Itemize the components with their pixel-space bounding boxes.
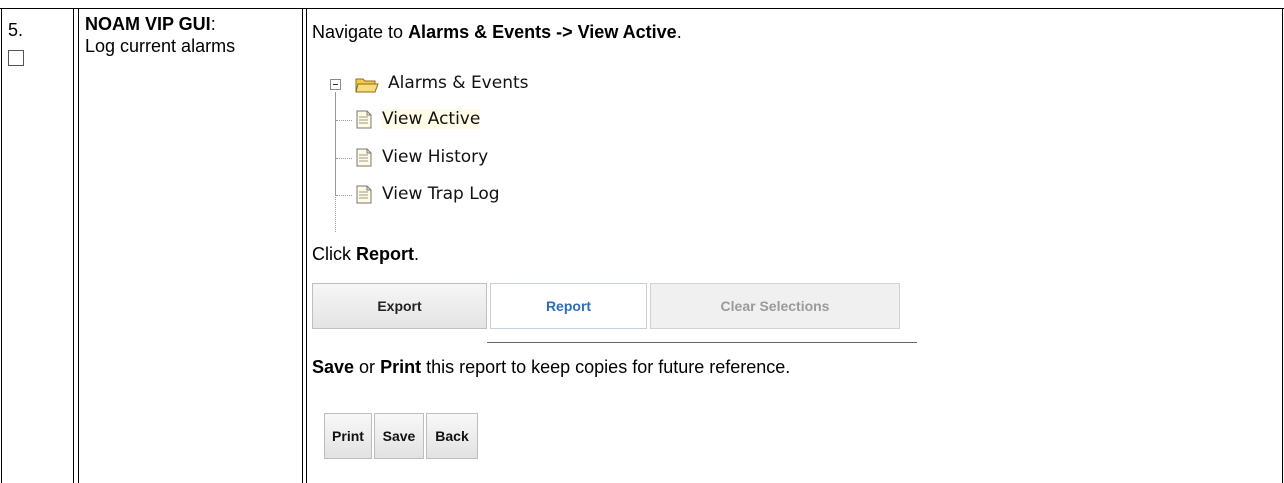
step-number: 5. bbox=[8, 20, 24, 40]
instruction-click-prefix: Click bbox=[312, 244, 356, 264]
procedure-step-page: 5. NOAM VIP GUI: Log current alarms Navi… bbox=[0, 0, 1284, 483]
save-button[interactable]: Save bbox=[374, 413, 424, 459]
tree-item-view-active[interactable]: View Active bbox=[382, 109, 481, 129]
tree-item-view-history[interactable]: View History bbox=[382, 147, 488, 167]
back-button[interactable]: Back bbox=[426, 413, 478, 459]
step-checkbox[interactable] bbox=[8, 50, 24, 66]
page-icon bbox=[356, 148, 372, 167]
table-left-border bbox=[1, 8, 2, 483]
instruction-click-bold: Report bbox=[356, 244, 414, 264]
instruction-save-bold: Save bbox=[312, 357, 355, 377]
instruction-navigate: Navigate to Alarms & Events -> View Acti… bbox=[312, 22, 682, 43]
tree-branch-1 bbox=[336, 120, 352, 121]
toolbar-underline bbox=[487, 342, 917, 343]
table-right-border bbox=[1282, 8, 1283, 483]
step-title-bold: NOAM VIP GUI bbox=[85, 14, 211, 34]
navigation-tree: Alarms & Events View Active View History bbox=[330, 64, 670, 234]
table-top-border bbox=[0, 8, 1284, 9]
tree-branch-3 bbox=[336, 195, 352, 196]
instruction-save-print: Save or Print this report to keep copies… bbox=[312, 357, 790, 378]
instruction-navigate-bold: Alarms & Events -> View Active bbox=[408, 22, 677, 42]
column-divider-2b bbox=[306, 8, 307, 483]
tree-item-view-trap-log[interactable]: View Trap Log bbox=[382, 184, 500, 204]
tree-branch-2 bbox=[336, 158, 352, 159]
instruction-click-report: Click Report. bbox=[312, 244, 419, 265]
page-icon bbox=[356, 185, 372, 204]
tree-root-label[interactable]: Alarms & Events bbox=[388, 73, 529, 93]
column-divider-2 bbox=[302, 8, 303, 483]
column-divider-1b bbox=[78, 8, 79, 483]
report-button[interactable]: Report bbox=[490, 283, 647, 329]
export-button[interactable]: Export bbox=[312, 283, 487, 329]
collapse-toggle-icon[interactable] bbox=[330, 79, 341, 90]
page-icon bbox=[356, 110, 372, 129]
instruction-print-bold: Print bbox=[380, 357, 422, 377]
instruction-click-suffix: . bbox=[414, 244, 420, 264]
print-button[interactable]: Print bbox=[324, 413, 372, 459]
step-title: NOAM VIP GUI: Log current alarms bbox=[85, 13, 285, 57]
clear-selections-button[interactable]: Clear Selections bbox=[650, 283, 900, 329]
folder-open-icon bbox=[355, 78, 379, 93]
step-title-colon: : bbox=[210, 14, 216, 34]
instruction-save-suffix: this report to keep copies for future re… bbox=[421, 357, 791, 377]
instruction-or: or bbox=[354, 357, 381, 377]
instruction-navigate-suffix: . bbox=[676, 22, 682, 42]
tree-guide-child bbox=[335, 92, 336, 195]
column-divider-1 bbox=[73, 8, 74, 483]
instruction-navigate-prefix: Navigate to bbox=[312, 22, 409, 42]
step-title-desc: Log current alarms bbox=[85, 36, 236, 56]
